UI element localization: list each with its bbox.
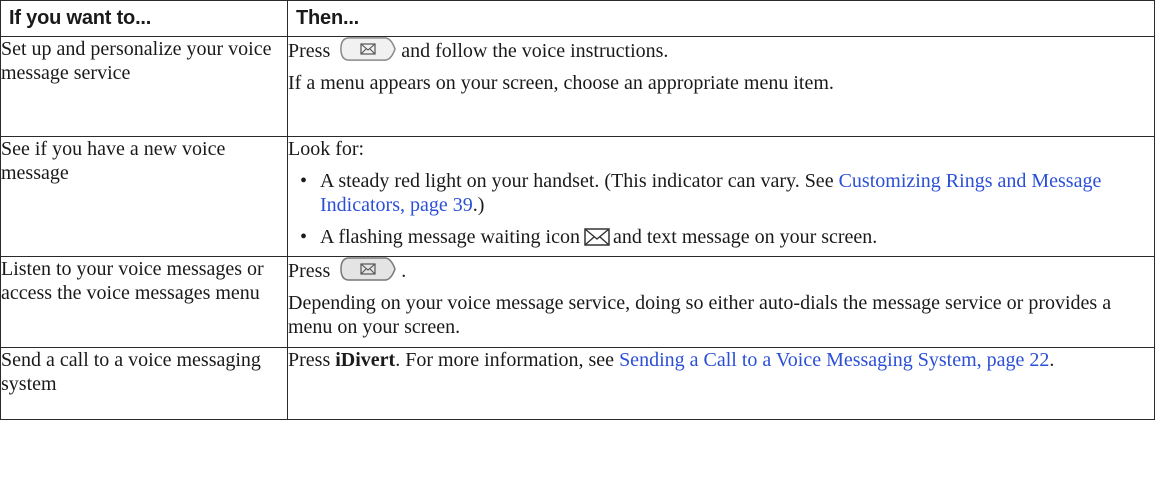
after-button-text: . <box>401 260 407 282</box>
table-row: Set up and personalize your voice messag… <box>0 36 1155 137</box>
header-then: Then... <box>287 0 1155 37</box>
bullet-text: A flashing message waiting icon <box>320 226 580 248</box>
messages-button-icon <box>339 257 397 281</box>
info-tail: . <box>1049 349 1055 371</box>
press-text: Press <box>288 349 331 371</box>
voice-message-table: If you want to... Then... Set up and per… <box>0 0 1155 420</box>
header-if-you-want-to: If you want to... <box>0 0 288 37</box>
table-header-row: If you want to... Then... <box>0 0 1155 37</box>
row-action: See if you have a new voice message <box>0 136 288 257</box>
service-note: Depending on your voice message service,… <box>288 292 1112 338</box>
sending-call-link[interactable]: Sending a Call to a Voice Messaging Syst… <box>619 349 1049 371</box>
list-item: • A flashing message waiting icon and tex… <box>288 225 1154 249</box>
row-action: Set up and personalize your voice messag… <box>0 36 288 137</box>
bullet-tail: .) <box>472 194 485 216</box>
menu-note: If a menu appears on your screen, choose… <box>288 72 834 94</box>
row-instructions: Press iDivert. For more information, see… <box>287 347 1155 420</box>
row-action: Listen to your voice messages or access … <box>0 256 288 348</box>
bullet-tail: and text message on your screen. <box>612 226 878 248</box>
look-for-text: Look for: <box>288 138 365 160</box>
press-text: Press <box>288 260 331 282</box>
info-text: . For more information, see <box>395 349 615 371</box>
message-waiting-icon <box>584 227 610 247</box>
bullet-icon: • <box>300 226 308 248</box>
row-action: Send a call to a voice messaging system <box>0 347 288 420</box>
bullet-text: A steady red light on your handset. (Thi… <box>320 170 834 192</box>
idivert-softkey: iDivert <box>335 349 396 371</box>
table-row: Listen to your voice messages or access … <box>0 256 1155 348</box>
messages-button-icon <box>339 37 397 61</box>
list-item: • A steady red light on your handset. (T… <box>288 169 1154 217</box>
after-button-text: and follow the voice instructions. <box>401 40 669 62</box>
press-text: Press <box>288 40 331 62</box>
table-row: Send a call to a voice messaging system … <box>0 347 1155 420</box>
bullet-icon: • <box>300 170 308 192</box>
table-row: See if you have a new voice message Look… <box>0 136 1155 257</box>
row-instructions: Press . Depending on your voice message … <box>287 256 1155 348</box>
row-instructions: Look for: • A steady red light on your h… <box>287 136 1155 257</box>
row-instructions: Press and follow the voice instructions.… <box>287 36 1155 137</box>
